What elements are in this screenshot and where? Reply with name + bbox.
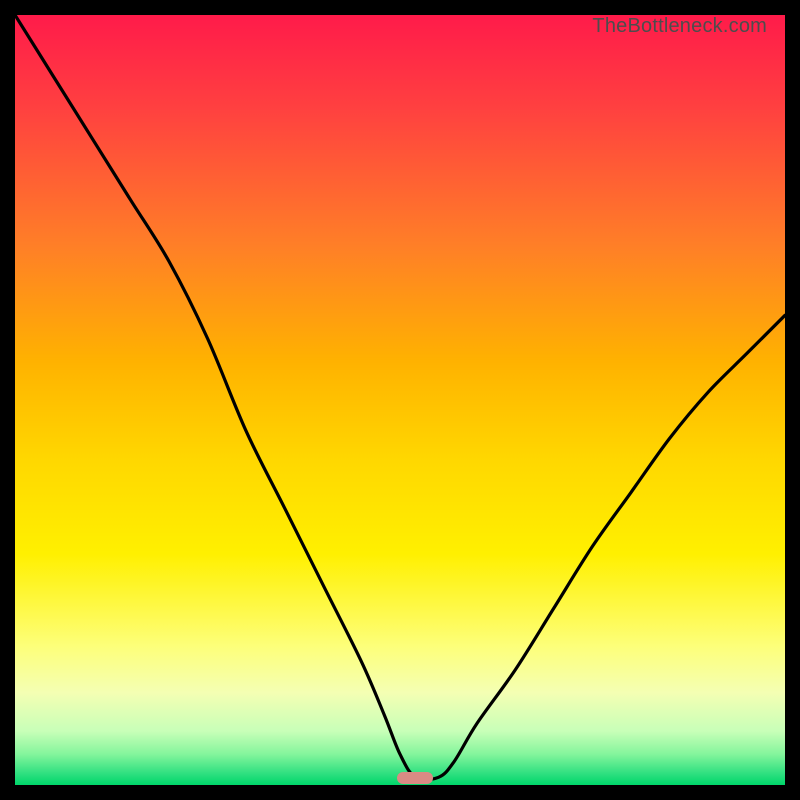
bottleneck-curve [15,15,785,785]
optimal-marker [397,772,433,784]
chart-frame: TheBottleneck.com [0,0,800,800]
watermark-label: TheBottleneck.com [592,15,767,38]
plot-area: TheBottleneck.com [15,15,785,785]
